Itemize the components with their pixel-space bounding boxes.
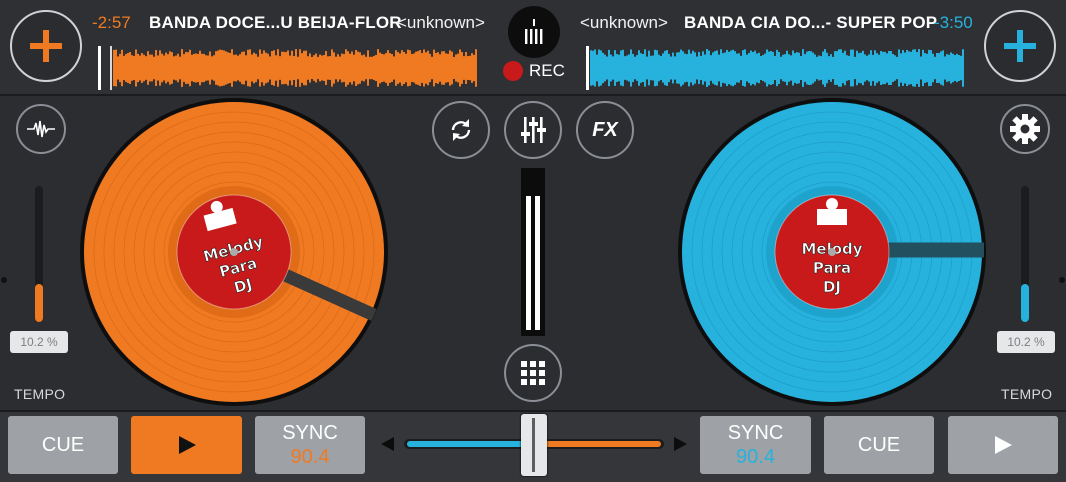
settings-icon <box>1010 114 1040 144</box>
deck-a-tempo-level <box>35 283 43 322</box>
deck-a-waveform[interactable] <box>98 46 478 90</box>
deck-a-sync-label: SYNC <box>282 422 338 444</box>
deck-a-time: -2:57 <box>92 13 131 32</box>
deck-b-sync-button[interactable]: SYNC 90.4 <box>700 416 811 474</box>
deck-b-cue-label: CUE <box>857 433 901 456</box>
vu-meter-right <box>535 196 540 330</box>
deck-a-tempo-slider[interactable] <box>35 186 43 322</box>
vu-meter-left <box>526 196 531 330</box>
play-icon <box>995 436 1012 454</box>
deck-a-tempo-value: 10.2 % <box>10 331 68 353</box>
sync-loop-icon <box>451 119 471 141</box>
add-icon <box>30 30 62 62</box>
deck-a-turntable[interactable]: Melody Para DJ <box>78 96 390 408</box>
deck-b-turntable[interactable]: Melody Para DJ <box>676 96 988 408</box>
deck-a-cue-label: CUE <box>41 433 85 456</box>
fx-icon: FX <box>592 118 618 141</box>
app-logo-button[interactable] <box>508 6 560 58</box>
grid-icon <box>521 361 545 385</box>
add-track-right-button[interactable] <box>984 10 1056 82</box>
deck-b-play-button[interactable] <box>948 416 1058 474</box>
deck-a-cue-button[interactable]: CUE <box>8 416 118 474</box>
deck-b-tempo-label: TEMPO <box>1001 386 1053 402</box>
deck-a-play-button[interactable] <box>131 416 242 474</box>
waveform-icon <box>27 120 55 138</box>
mixer-button[interactable] <box>504 101 562 159</box>
sync-loop-button[interactable] <box>432 101 490 159</box>
tempo-center-marker <box>1059 277 1065 283</box>
vu-meter <box>521 168 545 336</box>
deck-b-bpm: 90.4 <box>736 446 775 468</box>
crossfader-handle[interactable] <box>521 414 547 476</box>
settings-button[interactable] <box>1000 104 1050 154</box>
tempo-center-marker <box>1 277 7 283</box>
deck-a-title: BANDA DOCE...U BEIJA-FLOR <box>149 13 402 32</box>
deck-b-cue-button[interactable]: CUE <box>824 416 934 474</box>
deck-b-artist: <unknown> <box>580 13 668 32</box>
deck-b-label-line2: Para <box>813 259 851 277</box>
waveform-view-button[interactable] <box>16 104 66 154</box>
deck-b-label-line3: DJ <box>823 278 841 296</box>
mixer-logo-icon <box>525 19 543 44</box>
deck-b-waveform[interactable] <box>586 46 966 90</box>
mixer-icon <box>521 117 546 143</box>
deck-a-artist: <unknown> <box>397 13 485 32</box>
deck-b-tempo-slider[interactable] <box>1021 186 1029 322</box>
deck-b-sync-label: SYNC <box>727 422 784 444</box>
deck-a-bpm: 90.4 <box>290 446 330 468</box>
deck-a-sync-button[interactable]: SYNC 90.4 <box>255 416 365 474</box>
record-button[interactable]: REC <box>503 61 565 81</box>
fx-button[interactable]: FX <box>576 101 634 159</box>
deck-b-time: -3:50 <box>934 13 973 32</box>
sampler-grid-button[interactable] <box>504 344 562 402</box>
deck-b-title: BANDA CIA DO...- SUPER POP <box>684 13 938 32</box>
crossfader[interactable] <box>380 414 688 476</box>
record-label: REC <box>529 61 565 80</box>
play-icon <box>178 436 196 454</box>
deck-a-tempo-label: TEMPO <box>14 386 66 402</box>
record-icon <box>503 61 523 81</box>
deck-b-tempo-value: 10.2 % <box>997 331 1055 353</box>
add-icon <box>1004 30 1036 62</box>
add-track-left-button[interactable] <box>10 10 82 82</box>
deck-b-tempo-level <box>1021 283 1029 322</box>
